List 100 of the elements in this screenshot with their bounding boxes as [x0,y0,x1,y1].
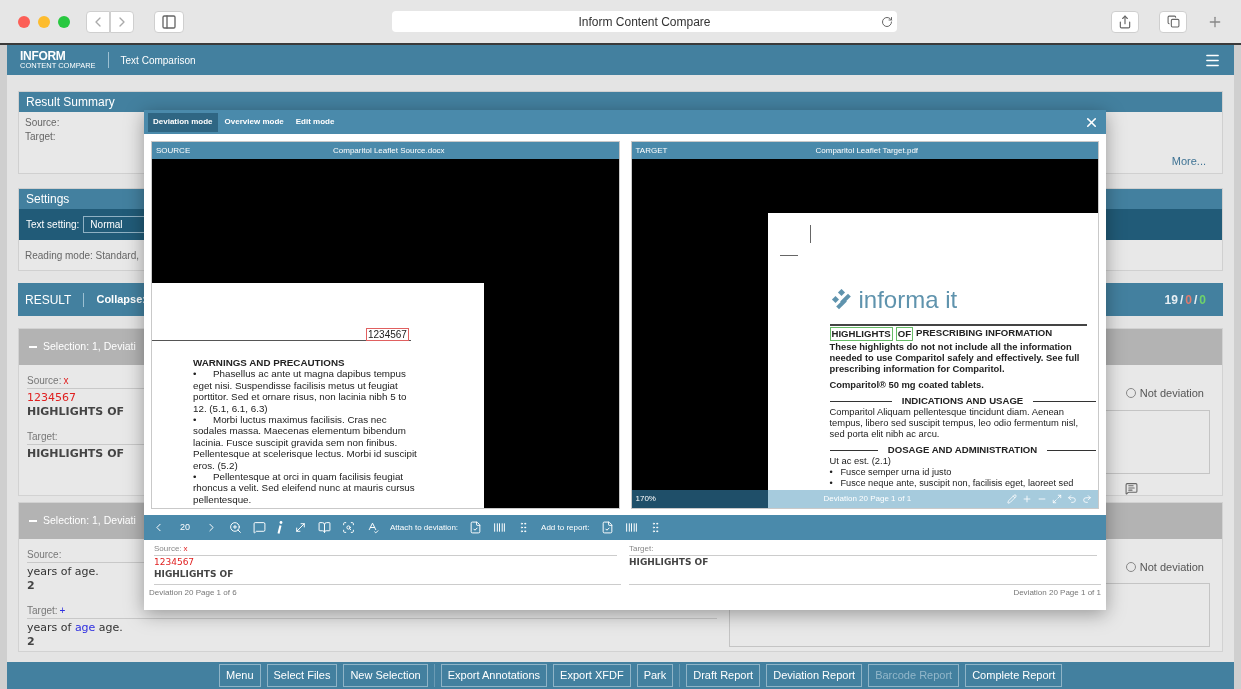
selection-title: Selection: 1, Deviati [43,512,136,528]
zoom-icon[interactable] [229,521,242,534]
radio-label: Not deviation [1139,559,1204,575]
app-title: Text Comparison [120,53,196,68]
deleted-number: 1234567 [366,328,409,341]
bullet-paragraph: • Phasellus ac ante ut magna dapibus tempus eget nisi. Suspendisse facilisis metus ut feugiat porttitor. Sed et ornare risus, non lacinia nibh 5 to 12. (5.1, 6.1, 6.3) [193,368,408,415]
toolbar-button[interactable]: Draft Report [686,664,761,687]
heading-word: HIGHLIGHTS [829,327,893,341]
tabs-button[interactable] [1159,10,1187,33]
page-footer: Deviation 20 Page 1 of 1 [1013,587,1101,599]
section-heading: INDICATIONS AND USAGE [901,395,1024,407]
target-label: Target: [27,430,58,444]
diff-text-line: years of age. [27,564,99,579]
document-check-icon[interactable] [469,521,483,534]
pane-label: TARGET [635,144,668,157]
collapse-icon[interactable] [29,519,37,522]
share-button[interactable] [1111,10,1139,33]
scan-icon[interactable] [342,521,355,534]
maximize-window-icon[interactable] [58,15,70,28]
toolbar-button[interactable]: Park [636,664,674,687]
info-icon[interactable] [277,521,283,534]
change-mark: + [59,603,66,618]
toolbar-button[interactable]: Select Files [266,664,338,687]
bullet-item: • Fusce neque ante, suscipit non, facilisis eget, laoreet sed [829,477,1075,489]
summary-label: Source: [25,116,60,130]
bullet-paragraph: • Pellentesque at orci in quam facilisis feugiat rhoncus a velit. Sed eleifend nunc at mauris cursus pellentesque. [193,471,416,506]
toolbar-button[interactable]: Menu [219,664,261,687]
book-icon[interactable] [318,521,331,534]
pane-label: SOURCE [156,144,191,157]
diff-text-line: HIGHLIGHTS OF [27,405,124,419]
diff-text-line: 1234567 [154,556,195,568]
document-check-icon[interactable] [600,521,614,534]
diff-text-line: HIGHLIGHTS OF [154,568,234,580]
file-name: Comparitol Leaflet Source.docx [333,144,445,157]
source-label: Source: [27,374,62,388]
panel-title: Result Summary [26,94,115,111]
change-mark: x [183,543,188,555]
barcode-icon[interactable] [624,521,638,534]
address-bar[interactable]: Inform Content Compare [392,11,897,32]
collapse-label: Collapse: [96,292,146,308]
bullet-item: • Fusce semper urna id justo [829,467,953,478]
page-footer: Deviation 20 Page 1 of 6 [149,587,621,599]
toolbar-button[interactable]: Export Annotations [440,664,548,687]
product-line: Comparitol® 50 mg coated tablets. [829,379,985,390]
target-label: Target: [629,543,654,555]
section-text: Ut ac est. (2.1) [829,456,892,468]
result-count: 19 [1164,291,1178,309]
summary-label: Target: [25,130,57,144]
share-icon [1118,14,1132,29]
diff-text-line: HIGHLIGHTS OF [27,447,124,461]
close-window-icon[interactable] [18,15,30,28]
panel-title: Settings [26,191,70,208]
count-separator: / [1193,291,1198,309]
page-number: 20 [179,520,191,534]
source-label: Source: [27,547,62,562]
diff-text-line: 2 [27,578,35,593]
toolbar-button[interactable]: New Selection [343,664,428,687]
sidebar-icon [161,13,177,30]
change-mark: x [63,374,69,388]
sidebar-button[interactable] [154,10,184,33]
reading-mode-text: Reading mode: Standard, [25,248,139,263]
page-status: Deviation 20 Page 1 of 1 [823,493,912,505]
toolbar-button[interactable]: Export XFDF [553,664,631,687]
diff-text-line: 1234567 [27,391,76,405]
diff-text-line: HIGHLIGHTS OF [629,556,709,568]
resize-icon[interactable] [294,521,307,534]
mode-tab[interactable]: Deviation mode [148,112,218,132]
barcode-icon[interactable] [493,521,507,534]
heading-word: OF [895,327,913,341]
diff-text-line: years of age age. [27,620,123,635]
page-title: Inform Content Compare [578,13,711,31]
text-setting-label: Text setting: [26,218,80,232]
comment-icon[interactable] [1125,481,1138,495]
logo-text: informa it [858,288,958,312]
heading-word: PRESCRIBING INFORMATION [916,327,1053,340]
bullet-paragraph: • Morbi luctus maximus facilisis. Cras nec sodales massa. Maecenas elementum bibendum lacinia. Fusce suscipit gravida sem non finibus. Pellentesque at scelerisque lectus. Morbi id suscipit eros. (5.2) [193,414,418,472]
toolbar-button[interactable]: Deviation Report [766,664,863,687]
intro-paragraph: These highlights do not not include all the information needed to use Comparitol safely and effectively. See full prescribing information for Comparitol. [829,341,1081,374]
selection-title: Selection: 1, Deviati [43,339,136,355]
document-heading: WARNINGS AND PRECAUTIONS [193,357,346,369]
section-text: Comparitol Aliquam pellentesque tincidunt diam. Aenean tempus, libero sed suscipit tempus, leo odio fermentum nisl, sed porta elit nibh ac arcu. [829,407,1080,440]
toolbar-button[interactable]: Complete Report [965,664,1063,687]
radio-label: Not deviation [1139,386,1204,401]
target-label: Target: [27,603,58,618]
result-count: 0 [1199,291,1206,309]
tabs-icon [1166,15,1180,28]
zoom-level: 170% [635,493,656,505]
diff-text-line: 2 [27,634,35,649]
spell-check-icon[interactable] [366,521,379,534]
result-title: RESULT [25,291,72,309]
file-name: Comparitol Leaflet Target.pdf [815,144,919,157]
app-logo: INFORM [20,50,67,62]
result-count: 0 [1185,291,1192,309]
mode-tab[interactable]: Overview mode [219,112,289,132]
more-link[interactable]: More... [1171,152,1206,169]
count-separator: / [1179,291,1184,309]
logo-icon [830,289,853,311]
reload-icon[interactable] [881,15,893,28]
mode-tab[interactable]: Edit mode [290,112,340,132]
source-label: Source: [154,543,182,555]
